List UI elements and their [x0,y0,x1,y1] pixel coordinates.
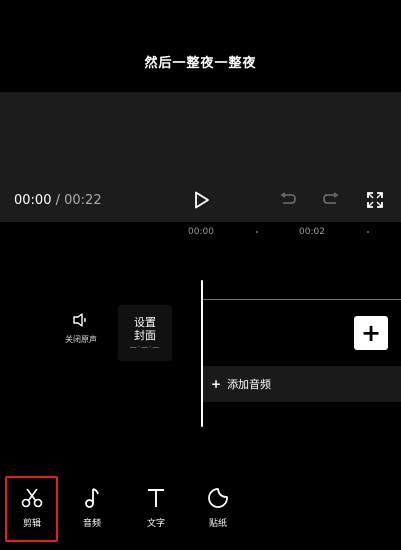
set-cover-button[interactable]: 设置 封面 —·—·— [118,305,172,361]
playhead[interactable] [201,280,203,427]
redo-icon [323,192,339,204]
tool-edit[interactable]: 剪辑 [10,486,54,536]
add-audio-label: 添加音频 [227,378,272,391]
text-icon [148,489,164,507]
fullscreen-icon [367,192,383,208]
undo-icon [280,192,296,204]
tool-sticker-label: 贴纸 [208,519,227,529]
video-caption: 然后一整夜一整夜 [144,56,257,71]
video-preview-top [0,0,401,92]
tool-sticker[interactable]: 贴纸 [196,486,240,536]
total-time: 00:22 [64,193,102,208]
tool-text[interactable]: 文字 [134,486,178,536]
time-display: 00:00 / 00:22 [14,193,102,208]
tool-audio-label: 音频 [82,519,101,529]
redo-button[interactable] [319,189,343,211]
music-note-icon [85,488,99,508]
video-track-line [203,299,401,300]
speaker-icon [73,313,86,327]
ruler-dot [367,231,369,233]
mute-label: 关闭原声 [65,335,97,344]
plus-icon: + [211,377,222,391]
tool-text-label: 文字 [146,519,165,529]
ruler-tick-0: 00:00 [188,227,214,237]
current-time: 00:00 [14,193,52,208]
play-button[interactable] [189,187,215,213]
cover-label-line2: 封面 [134,328,156,342]
time-separator: / [51,193,65,208]
ruler-tick-1: 00:02 [299,227,325,237]
cover-label-line1: 设置 [134,315,156,329]
cover-dots: —·—·— [129,342,161,351]
fullscreen-button[interactable] [364,189,386,211]
tool-audio[interactable]: 音频 [70,486,114,536]
mute-original-audio-button[interactable]: 关闭原声 [56,312,106,362]
scissors-icon [21,488,43,508]
tool-edit-label: 剪辑 [22,519,41,529]
ruler-dot [256,231,258,233]
play-icon [195,191,209,209]
add-clip-button[interactable]: + [354,316,388,350]
undo-button[interactable] [276,189,300,211]
sticker-icon [208,488,228,508]
add-audio-button[interactable]: + 添加音频 [203,366,401,402]
